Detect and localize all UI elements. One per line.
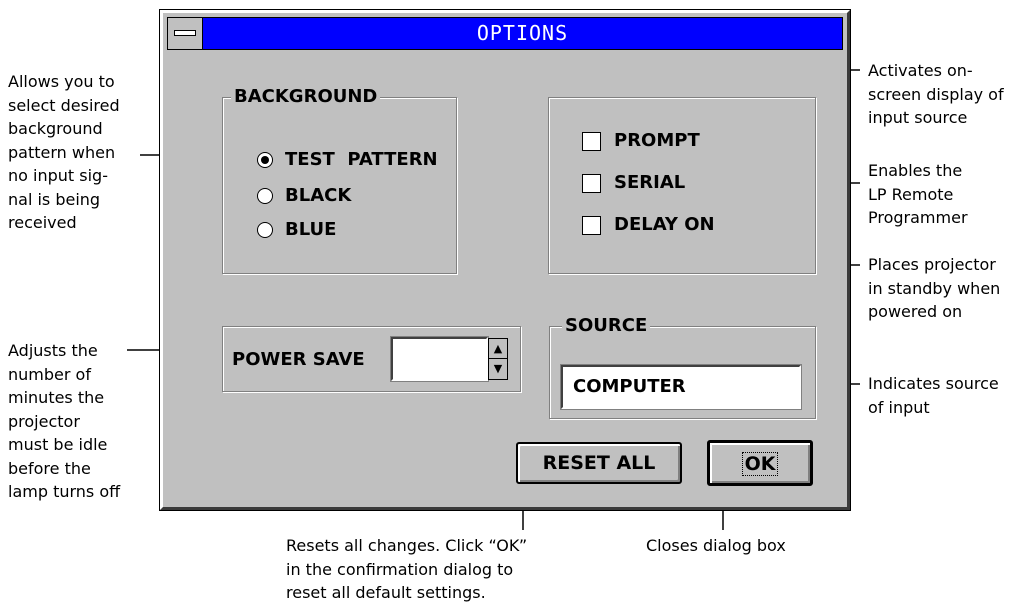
callout-reset-all: Resets all changes. Click “OK” in the con… (286, 536, 528, 602)
source-field: COMPUTER (560, 364, 802, 410)
stepper-down-arrow-icon[interactable]: ▼ (489, 359, 507, 379)
checkbox-delay-on-label: DELAY ON (614, 214, 715, 235)
reset-all-button[interactable]: RESET ALL (516, 442, 682, 484)
ok-button[interactable]: OK (707, 440, 813, 486)
power-save-input[interactable] (390, 336, 489, 382)
checkbox-serial-box[interactable] (582, 173, 601, 193)
radio-test-pattern-indicator[interactable] (257, 152, 273, 168)
checkbox-delay-on[interactable]: DELAY ON (582, 214, 715, 236)
ok-button-label: OK (741, 452, 779, 476)
radio-blue[interactable]: BLUE (257, 219, 336, 241)
checkbox-prompt-label: PROMPT (614, 130, 700, 151)
power-save-group: POWER SAVE ▲ ▼ (222, 326, 521, 392)
radio-test-pattern-label: TEST PATTERN (285, 149, 438, 170)
system-menu-button[interactable] (168, 18, 203, 49)
settings-checkbox-group: PROMPT SERIAL DELAY ON (548, 97, 816, 274)
radio-blue-indicator[interactable] (257, 222, 273, 238)
radio-blue-label: BLUE (285, 219, 337, 240)
source-value: COMPUTER (573, 376, 686, 397)
checkbox-serial[interactable]: SERIAL (582, 172, 685, 194)
radio-test-pattern[interactable]: TEST PATTERN (257, 149, 438, 171)
background-group-label: BACKGROUND (231, 85, 381, 109)
radio-black-indicator[interactable] (257, 188, 273, 204)
power-save-stepper[interactable]: ▲ ▼ (488, 338, 508, 380)
dialog-title: OPTIONS (476, 21, 569, 45)
callout-source: Indicates source of input (868, 374, 999, 417)
checkbox-prompt[interactable]: PROMPT (582, 130, 700, 152)
options-dialog: OPTIONS BACKGROUND TEST PATTERN BLACK BL… (159, 9, 851, 511)
radio-black[interactable]: BLACK (257, 185, 351, 207)
power-save-label: POWER SAVE (232, 349, 365, 370)
callout-power-save: Adjusts the number of minutes the projector… (8, 341, 121, 501)
source-group-label: SOURCE (562, 314, 651, 338)
source-group: SOURCE COMPUTER (549, 314, 816, 419)
callout-background: Allows you to select desired background pat… (8, 72, 120, 232)
checkbox-serial-label: SERIAL (614, 172, 686, 193)
system-menu-icon (174, 30, 196, 36)
stepper-up-arrow-icon[interactable]: ▲ (489, 339, 507, 359)
callout-ok: Closes dialog box (646, 536, 786, 555)
callout-delay-on: Places projector in standby when powered o… (868, 255, 1001, 321)
checkbox-delay-on-box[interactable] (582, 215, 601, 235)
checkbox-prompt-box[interactable] (582, 131, 601, 151)
callout-serial: Enables the LP Remote Programmer (868, 161, 968, 227)
radio-black-label: BLACK (285, 185, 352, 206)
callout-prompt: Activates on-screen display of input sour… (868, 61, 1004, 127)
background-group: BACKGROUND TEST PATTERN BLACK BLUE (222, 85, 457, 274)
title-bar: OPTIONS (167, 17, 843, 50)
